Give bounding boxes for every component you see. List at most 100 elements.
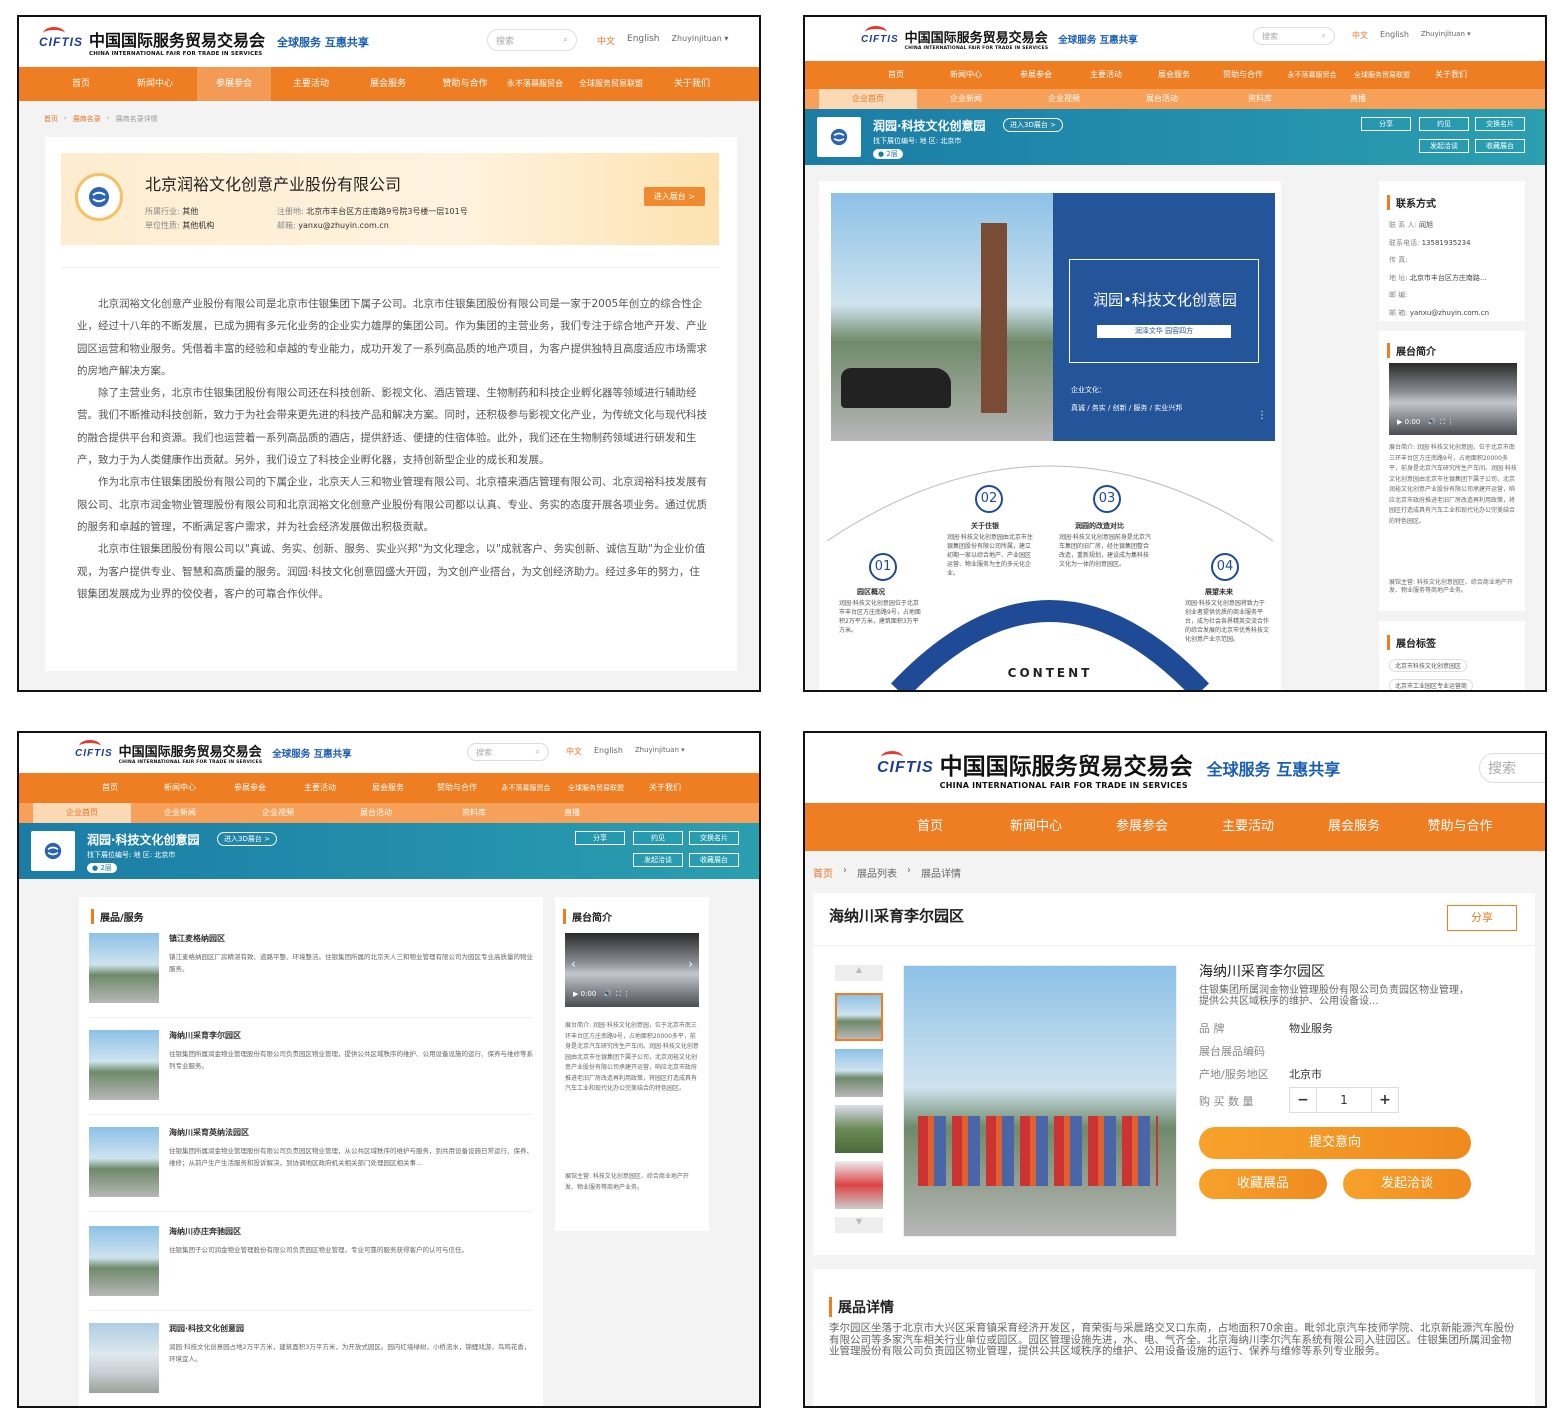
nav-item[interactable]: 永不落幕服贸会	[505, 79, 565, 89]
nav-item[interactable]: 首页	[877, 819, 983, 835]
lang-en-link[interactable]: English	[594, 746, 623, 757]
product-name[interactable]: 润园·科技文化创意园	[169, 1323, 244, 1334]
thumb-scroll-up-icon[interactable]: ▲	[835, 965, 883, 981]
intro-video[interactable]: ▶ 0:00 🔊 ⛶ ⋮	[1389, 363, 1517, 435]
product-thumb[interactable]	[89, 1323, 159, 1393]
exchange-card-button[interactable]: 交换名片	[689, 831, 739, 845]
nav-item[interactable]: 新闻中心	[113, 79, 197, 90]
nav-item[interactable]: 赞助与合作	[1407, 819, 1513, 835]
start-talk-button[interactable]: 发起洽谈	[1343, 1169, 1471, 1199]
nav-item[interactable]: 永不落幕服贸会	[493, 784, 559, 792]
collect-booth-button[interactable]: 收藏展台	[1475, 139, 1525, 153]
nav-item[interactable]: 全球服务贸易联盟	[1345, 71, 1419, 79]
nav-item[interactable]: 关于我们	[1419, 70, 1483, 80]
subnav-item[interactable]: 直播	[1309, 89, 1407, 109]
nav-item[interactable]: 新闻中心	[145, 783, 215, 793]
search-input[interactable]: 搜索	[1479, 753, 1545, 783]
tag-chip[interactable]: 北京市科技文化创意园区	[1389, 659, 1468, 672]
nav-item[interactable]: 主要活动	[285, 783, 355, 793]
breadcrumb-home[interactable]: 首页	[813, 865, 833, 880]
nav-item[interactable]: 赞助与合作	[421, 783, 493, 793]
site-logo[interactable]: CIFTIS 中国国际服务贸易交易会 CHINA INTERNATIONAL F…	[877, 747, 1193, 790]
nav-item[interactable]: 主要活动	[1195, 819, 1301, 835]
user-menu[interactable]: Zhuyinjituan ▾	[635, 746, 685, 757]
enter-booth-button[interactable]: 进入展台 >	[643, 187, 705, 206]
thumb-scroll-down-icon[interactable]: ▼	[835, 1217, 883, 1233]
nav-item[interactable]: 永不落幕服贸会	[1279, 71, 1345, 79]
nav-item[interactable]: 关于我们	[657, 79, 727, 90]
breadcrumb-list[interactable]: 展商名录	[73, 114, 101, 124]
nav-item[interactable]: 新闻中心	[983, 819, 1089, 835]
minus-icon[interactable]: −	[1290, 1092, 1316, 1108]
product-thumb[interactable]	[835, 1161, 883, 1209]
nav-item-active[interactable]: 参展参会	[197, 67, 271, 101]
site-logo[interactable]: CIFTIS 中国国际服务贸易交易会 CHINA INTERNATIONAL F…	[39, 27, 265, 57]
subnav-item[interactable]: 企业新闻	[917, 89, 1015, 109]
nav-item[interactable]: 展会服务	[1141, 70, 1207, 80]
subnav-item[interactable]: 展台活动	[1113, 89, 1211, 109]
nav-item[interactable]: 展会服务	[1301, 819, 1407, 835]
lang-en-link[interactable]: English	[1380, 30, 1409, 41]
subnav-item[interactable]: 展台活动	[327, 803, 425, 823]
product-name[interactable]: 海纳川亦庄奔驰园区	[169, 1226, 241, 1237]
quantity-stepper[interactable]: − 1 +	[1289, 1087, 1399, 1113]
quantity-input[interactable]: 1	[1316, 1088, 1372, 1112]
product-thumb[interactable]	[89, 1030, 159, 1100]
subnav-item[interactable]: 企业视频	[229, 803, 327, 823]
product-thumb-active[interactable]	[835, 993, 883, 1041]
product-thumb[interactable]	[89, 1226, 159, 1296]
nav-item[interactable]: 赞助与合作	[1207, 70, 1279, 80]
nav-item[interactable]: 参展参会	[215, 783, 285, 793]
lang-en-link[interactable]: English	[627, 34, 660, 47]
search-input[interactable]: 搜索 ⌕	[487, 29, 577, 51]
product-name[interactable]: 海纳川采育李尔园区	[169, 1030, 241, 1041]
nav-item[interactable]: 首页	[861, 70, 931, 80]
start-talk-button[interactable]: 发起洽谈	[633, 853, 683, 867]
nav-item[interactable]: 全球服务贸易联盟	[559, 784, 633, 792]
nav-item[interactable]: 展会服务	[351, 79, 425, 90]
subnav-item[interactable]: 企业视频	[1015, 89, 1113, 109]
nav-item[interactable]: 关于我们	[633, 783, 697, 793]
lang-cn-link[interactable]: 中文	[597, 34, 615, 47]
search-input[interactable]: 搜索 ⌕	[467, 743, 549, 761]
video-controls[interactable]: ▶ 0:00 🔊 ⛶ ⋮	[1397, 418, 1454, 427]
intro-video[interactable]: ‹ › ▶ 0:00 🔊 ⛶ ⋮	[565, 933, 699, 1007]
video-controls[interactable]: ▶ 0:00 🔊 ⛶ ⋮	[573, 990, 630, 999]
collect-booth-button[interactable]: 收藏展台	[689, 853, 739, 867]
nav-item[interactable]: 参展参会	[1089, 819, 1195, 835]
subnav-item-active[interactable]: 企业首页	[33, 803, 131, 823]
submit-intent-button[interactable]: 提交意向	[1199, 1127, 1471, 1159]
subnav-item-active[interactable]: 企业首页	[819, 89, 917, 109]
share-button[interactable]: 分享	[575, 831, 625, 845]
nav-item[interactable]: 全球服务贸易联盟	[565, 79, 657, 89]
subnav-item[interactable]: 企业新闻	[131, 803, 229, 823]
nav-item[interactable]: 展会服务	[355, 783, 421, 793]
subnav-item[interactable]: 资料库	[425, 803, 523, 823]
meet-button[interactable]: 约见	[1419, 117, 1469, 131]
share-button[interactable]: 分享	[1447, 905, 1517, 931]
enter-3d-button[interactable]: 进入3D展台 >	[1003, 118, 1063, 132]
enter-3d-button[interactable]: 进入3D展台 >	[217, 832, 277, 846]
search-icon[interactable]: ⌕	[563, 35, 568, 45]
nav-item[interactable]: 新闻中心	[931, 70, 1001, 80]
product-thumb[interactable]	[89, 933, 159, 1003]
site-logo[interactable]: CIFTIS 中国国际服务贸易交易会 CHINA INTERNATIONAL F…	[75, 739, 262, 765]
product-thumb[interactable]	[89, 1127, 159, 1197]
nav-item[interactable]: 赞助与合作	[425, 79, 505, 90]
lang-cn-link[interactable]: 中文	[566, 746, 582, 757]
breadcrumb-home[interactable]: 首页	[44, 114, 58, 124]
product-name[interactable]: 海纳川采育英纳法园区	[169, 1127, 249, 1138]
product-thumb[interactable]	[835, 1105, 883, 1153]
more-icon[interactable]: ⋮	[1257, 411, 1267, 421]
nav-item[interactable]: 首页	[49, 79, 113, 90]
search-icon[interactable]: ⌕	[1322, 31, 1326, 41]
chevron-right-icon[interactable]: ›	[688, 957, 693, 971]
nav-item[interactable]: 参展参会	[1001, 70, 1071, 80]
plus-icon[interactable]: +	[1372, 1092, 1398, 1108]
nav-item[interactable]: 主要活动	[1071, 70, 1141, 80]
site-logo[interactable]: CIFTIS 中国国际服务贸易交易会 CHINA INTERNATIONAL F…	[861, 25, 1048, 51]
subnav-item[interactable]: 资料库	[1211, 89, 1309, 109]
search-input[interactable]: 搜索 ⌕	[1253, 27, 1335, 45]
product-name[interactable]: 镇江麦格纳园区	[169, 933, 225, 944]
product-thumb[interactable]	[835, 1049, 883, 1097]
